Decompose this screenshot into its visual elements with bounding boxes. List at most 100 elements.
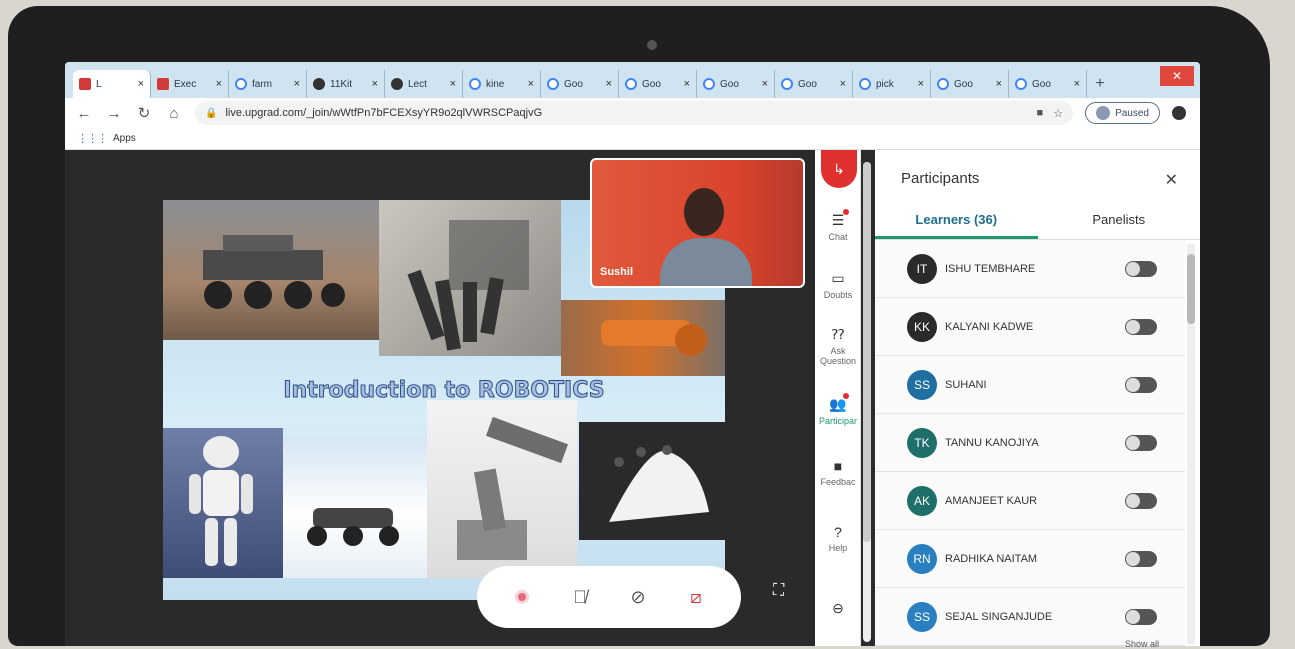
tab-item[interactable]: Goo × — [697, 70, 775, 98]
rail-item-feedback[interactable]: ■ Feedbac — [815, 458, 861, 487]
tab-item[interactable]: pick × — [853, 70, 931, 98]
page-content: Introduction to ROBOTICS Sushil 🎙̸ ⊘ ⧄ ⛶… — [65, 150, 1200, 646]
rail-scrollbar[interactable] — [863, 162, 871, 642]
humanoid-drawing — [189, 436, 253, 566]
camera-indicator-icon[interactable]: ■ — [1037, 107, 1044, 120]
tab-close-icon[interactable]: × — [1074, 78, 1080, 90]
address-bar[interactable]: 🔒 live.upgrad.com/_join/wWtfPn7bFCEXsyYR… — [195, 101, 1074, 125]
tab-close-icon[interactable]: × — [606, 78, 612, 90]
tab-close-icon[interactable]: × — [840, 78, 846, 90]
learner-name: SEJAL SINGANJUDE — [945, 610, 1053, 623]
tab-item[interactable]: Goo × — [775, 70, 853, 98]
bookmark-star-icon[interactable]: ☆ — [1053, 107, 1063, 120]
bookmarks-bar: ⋮⋮⋮ Apps — [65, 128, 1200, 150]
tab-item[interactable]: Goo × — [619, 70, 697, 98]
window-close-button[interactable]: ✕ — [1160, 66, 1194, 86]
tab-learners[interactable]: Learners (36) — [875, 206, 1038, 239]
tab-close-icon[interactable]: × — [918, 78, 924, 90]
kuka-drawing — [457, 416, 569, 560]
tab-strip: L × Exec × farm × 11Kit × Lect × kine × Goo × G… — [65, 62, 1200, 98]
tab-item[interactable]: Lect × — [385, 70, 463, 98]
rail-item-label: Chat — [828, 232, 848, 242]
tab-item[interactable]: Goo × — [1009, 70, 1087, 98]
arm-drawing — [601, 320, 707, 356]
rail-scroll-thumb[interactable] — [863, 162, 871, 542]
browser-menu-icon[interactable] — [1172, 106, 1186, 120]
tab-item[interactable]: 11Kit × — [307, 70, 385, 98]
participants-scroll-thumb[interactable] — [1187, 254, 1195, 324]
home-icon[interactable]: ⌂ — [165, 105, 183, 122]
tab-item[interactable]: Goo × — [541, 70, 619, 98]
permission-toggle[interactable] — [1125, 608, 1157, 625]
show-all-link[interactable]: Show all — [1125, 639, 1159, 649]
list-item: IT ISHU TEMBHARE — [875, 240, 1185, 298]
close-icon[interactable]: ✕ — [1165, 170, 1178, 190]
tab-label: Goo — [720, 78, 739, 90]
presenter-name: Sushil — [600, 266, 634, 278]
screen-share-off-button[interactable]: ⧄ — [680, 581, 712, 613]
list-item: TK TANNU KANOJIYA — [875, 414, 1185, 472]
apps-grid-icon[interactable]: ⋮⋮⋮ — [77, 132, 108, 145]
permission-toggle[interactable] — [1125, 492, 1157, 509]
tab-item[interactable]: Goo × — [931, 70, 1009, 98]
snow-rover-image — [283, 438, 427, 578]
rail-item-doubts[interactable]: ▭ Doubts — [815, 270, 861, 300]
camera-off-button[interactable]: ⊘ — [622, 581, 654, 613]
presenter-video-tile[interactable]: Sushil — [590, 158, 805, 288]
feedback-icon: ■ — [833, 458, 843, 474]
tab-close-icon[interactable]: × — [528, 78, 534, 90]
google-favicon-icon — [859, 78, 871, 90]
back-arrow-icon[interactable]: ← — [75, 105, 93, 122]
tab-item[interactable]: kine × — [463, 70, 541, 98]
tab-close-icon[interactable]: × — [996, 78, 1002, 90]
fullscreen-icon[interactable]: ⛶ — [773, 582, 784, 600]
rail-item-participants[interactable]: 👥 Participar — [815, 393, 861, 426]
permission-toggle[interactable] — [1125, 260, 1157, 277]
tab-close-icon[interactable]: × — [294, 78, 300, 90]
reload-icon[interactable]: ↻ — [135, 104, 153, 122]
favicon-icon — [313, 78, 325, 90]
learner-name: KALYANI KADWE — [945, 320, 1034, 333]
record-button[interactable] — [506, 581, 538, 613]
mic-off-button[interactable]: 🎙̸ — [564, 581, 596, 613]
participants-tabs: Learners (36) Panelists — [875, 206, 1200, 240]
tab-panelists[interactable]: Panelists — [1038, 206, 1201, 239]
google-favicon-icon — [781, 78, 793, 90]
tab-label: Goo — [564, 78, 583, 90]
tab-close-icon[interactable]: × — [138, 78, 144, 90]
tab-upgrad[interactable]: L × — [73, 70, 151, 98]
new-tab-button[interactable]: + — [1087, 70, 1113, 98]
participants-scrollbar[interactable] — [1187, 244, 1195, 644]
google-favicon-icon — [625, 78, 637, 90]
tab-label: Lect — [408, 78, 427, 90]
rail-item-ask-question[interactable]: ⁇ Ask Question — [815, 326, 861, 366]
tab-close-icon[interactable]: × — [450, 78, 456, 90]
permission-toggle[interactable] — [1125, 376, 1157, 393]
presenter-body — [660, 238, 752, 286]
rail-item-exit[interactable]: ⊖ — [815, 600, 861, 620]
rail-item-chat[interactable]: ☰ Chat — [815, 209, 861, 242]
tab-close-icon[interactable]: × — [684, 78, 690, 90]
snow-rover-drawing — [307, 508, 399, 546]
forward-arrow-icon[interactable]: → — [105, 105, 123, 122]
robot-arm-diagram-image — [427, 400, 577, 578]
mars-rover-image — [163, 200, 379, 340]
tab-close-icon[interactable]: × — [372, 78, 378, 90]
bookmark-apps[interactable]: Apps — [113, 133, 136, 144]
haptic-glove-image — [579, 422, 725, 540]
side-rail: ↳ ☰ Chat ▭ Doubts ⁇ Ask Question 👥 Parti… — [815, 150, 861, 646]
tab-label: 11Kit — [330, 78, 353, 90]
tab-label: Goo — [1032, 78, 1051, 90]
tab-item[interactable]: farm × — [229, 70, 307, 98]
profile-button[interactable]: Paused — [1085, 102, 1160, 124]
tab-close-icon[interactable]: × — [216, 78, 222, 90]
permission-toggle[interactable] — [1125, 550, 1157, 567]
permission-toggle[interactable] — [1125, 434, 1157, 451]
permission-toggle[interactable] — [1125, 318, 1157, 335]
google-favicon-icon — [469, 78, 481, 90]
rover-drawing — [203, 235, 345, 309]
tab-close-icon[interactable]: × — [762, 78, 768, 90]
learner-name: AMANJEET KAUR — [945, 494, 1038, 507]
tab-item[interactable]: Exec × — [151, 70, 229, 98]
rail-item-help[interactable]: ? Help — [815, 524, 861, 553]
